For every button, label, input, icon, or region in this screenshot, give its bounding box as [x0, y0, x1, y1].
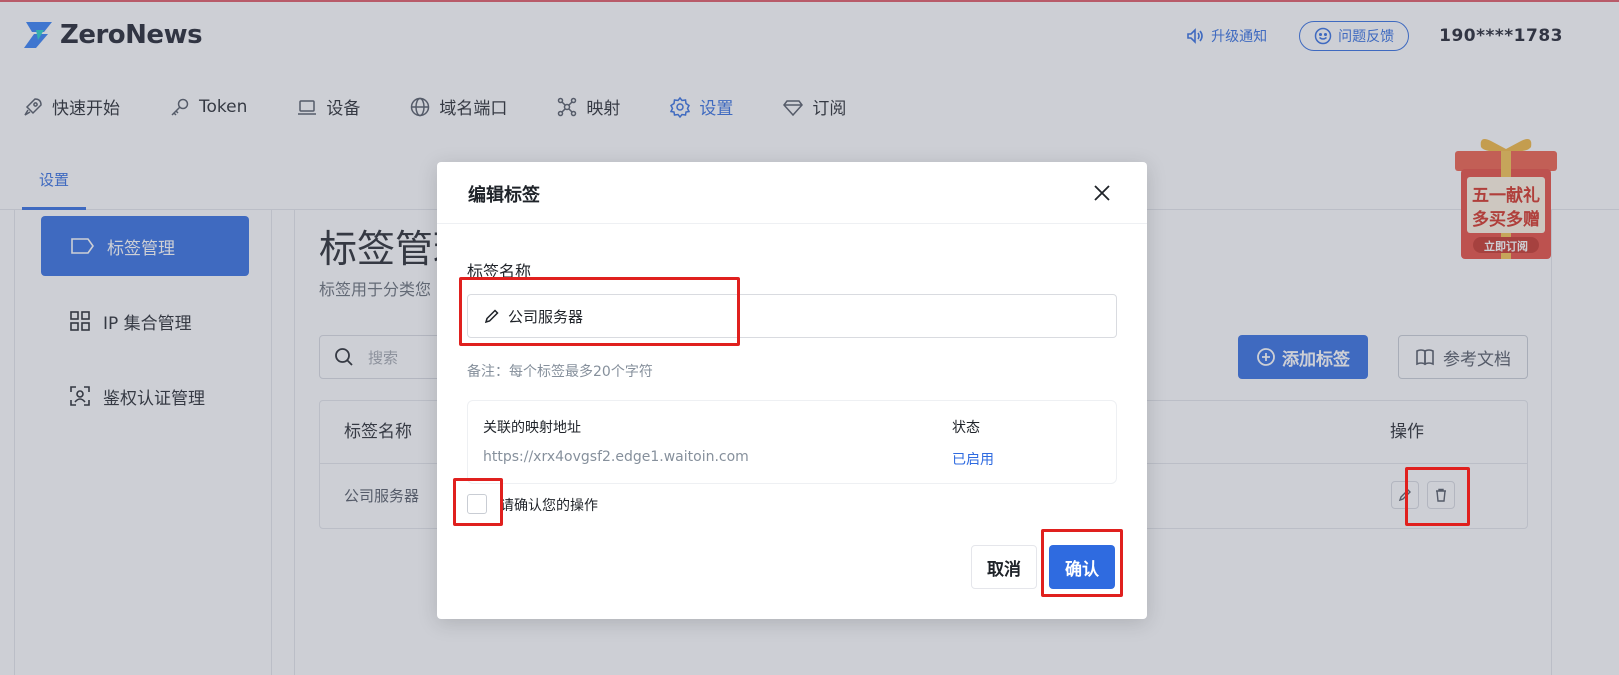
cancel-button[interactable]: 取消	[971, 545, 1037, 589]
mapping-info-box: 关联的映射地址 状态 https://xrx4ovgsf2.edge1.wait…	[467, 400, 1117, 484]
edit-tag-dialog: 编辑标签 标签名称 公司服务器 备注：每个标签最多20个字符 关联的映射地址 状…	[437, 162, 1147, 619]
tag-name-value: 公司服务器	[508, 307, 584, 326]
confirm-button[interactable]: 确认	[1049, 545, 1115, 589]
mapping-address-header: 关联的映射地址	[483, 420, 581, 436]
tag-name-label: 标签名称	[467, 262, 532, 281]
mapping-status-badge: 已启用	[952, 452, 994, 468]
mapping-address-value: https://xrx4ovgsf2.edge1.waitoin.com	[483, 449, 749, 465]
pencil-icon	[484, 309, 499, 324]
confirm-checkbox[interactable]	[467, 494, 487, 514]
tag-name-input[interactable]: 公司服务器	[467, 294, 1117, 338]
tag-name-hint: 备注：每个标签最多20个字符	[467, 364, 653, 380]
confirm-checkbox-label[interactable]: 请确认您的操作	[500, 495, 598, 515]
dialog-header: 编辑标签	[437, 162, 1147, 224]
dialog-title: 编辑标签	[468, 185, 540, 206]
close-icon[interactable]	[1091, 182, 1113, 204]
mapping-status-header: 状态	[952, 420, 980, 436]
